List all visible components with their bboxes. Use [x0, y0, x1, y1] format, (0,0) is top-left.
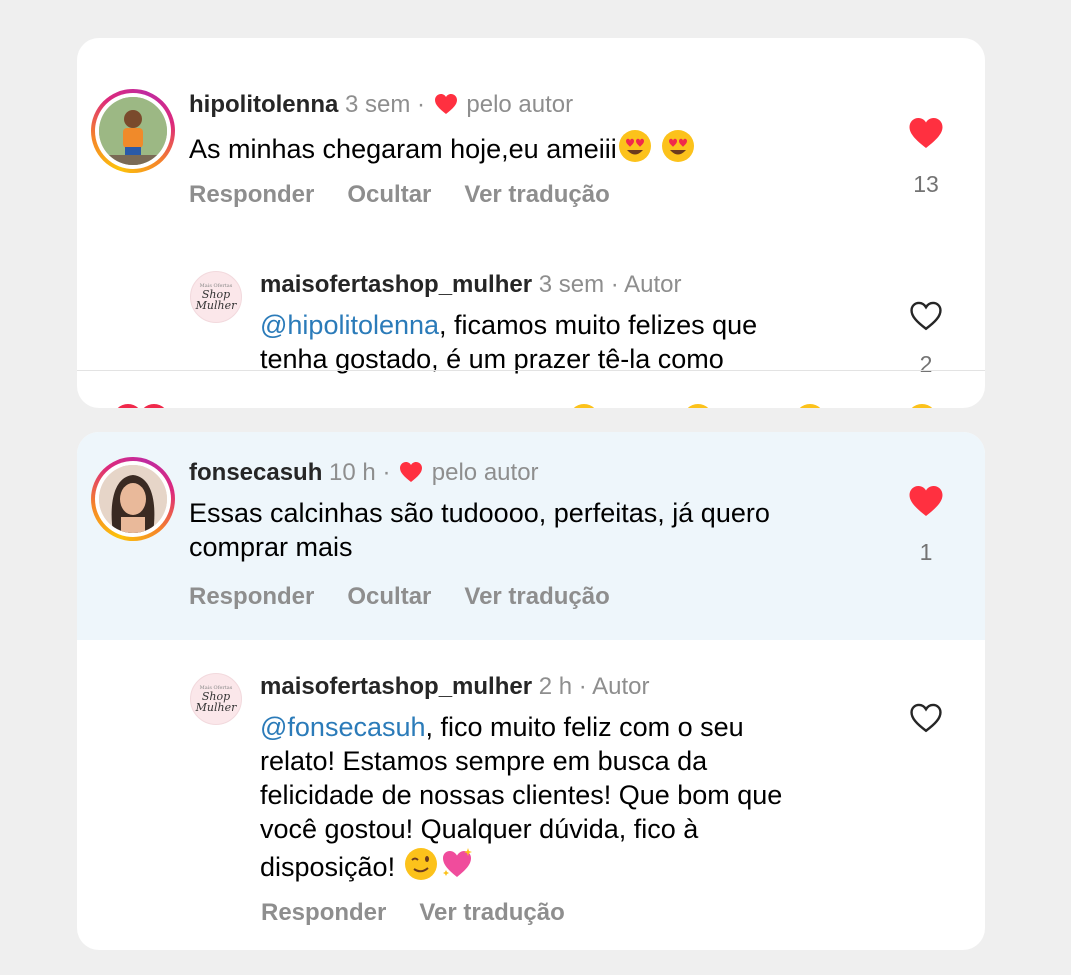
emoji-quick-reactions: [77, 398, 985, 408]
see-translation-button[interactable]: Ver tradução: [464, 583, 609, 610]
like-count: 13: [913, 171, 939, 197]
reply-actions: Responder Ver tradução: [261, 899, 598, 927]
reply-time: 3 sem: [538, 271, 605, 298]
comment-time: 3 sem: [345, 91, 411, 118]
comment-text: As minhas chegaram hoje,eu ameiii: [189, 128, 696, 172]
brand-avatar[interactable]: Mais Ofertas Shop Mulher: [190, 271, 242, 323]
reply-username[interactable]: maisofertashop_mulher: [260, 271, 532, 298]
reply-text: @hipolitolenna, ficamos muito felizes qu…: [260, 308, 757, 376]
liked-by-author-label: pelo autor: [431, 459, 539, 486]
brand-avatar-line3: Mulher: [195, 299, 237, 312]
heart-outline-icon[interactable]: [909, 300, 945, 334]
comment-meta: hipolitolenna 3 sem · pelo autor: [189, 91, 573, 122]
mention-link[interactable]: @fonsecasuh: [260, 712, 426, 742]
reaction-emoji[interactable]: [683, 404, 713, 408]
reaction-emoji[interactable]: [795, 404, 825, 408]
avatar-photo: [99, 465, 167, 533]
reply-username[interactable]: maisofertashop_mulher: [260, 673, 532, 700]
like-count: 1: [919, 539, 933, 565]
heart-filled-icon: [434, 93, 458, 122]
comment-actions: Responder Ocultar Ver tradução: [189, 181, 643, 209]
author-label: Autor: [624, 271, 682, 298]
brand-avatar-line3: Mulher: [195, 701, 237, 714]
comment-card-1: hipolitolenna 3 sem · pelo autor As minh…: [77, 38, 985, 408]
heart-filled-icon: [399, 461, 423, 490]
liked-by-author-label: pelo autor: [466, 91, 574, 118]
hide-button[interactable]: Ocultar: [347, 181, 431, 208]
comment-text-line: comprar mais: [189, 532, 353, 562]
reply-meta: maisofertashop_mulher 2 h · Autor: [260, 673, 650, 700]
comment-meta: fonsecasuh 10 h · pelo autor: [189, 459, 539, 490]
comment-actions: Responder Ocultar Ver tradução: [189, 583, 643, 611]
heart-eyes-emoji: [617, 128, 653, 172]
reply-text-line: felicidade de nossas clientes! Que bom q…: [260, 780, 783, 810]
reply-text-line: , fico muito feliz com o seu: [425, 712, 744, 742]
reply-button[interactable]: Responder: [261, 899, 386, 926]
reply-text-line: relato! Estamos sempre em busca da: [260, 746, 708, 776]
see-translation-button[interactable]: Ver tradução: [464, 181, 609, 208]
comment-card-2: fonsecasuh 10 h · pelo autor Essas calci…: [77, 432, 985, 950]
reply-button[interactable]: Responder: [189, 181, 314, 208]
story-avatar-fonsecasuh[interactable]: [91, 457, 175, 541]
reaction-emoji[interactable]: [113, 404, 143, 408]
reply-time: 2 h: [538, 673, 573, 700]
reply-text-line: , ficamos muito felizes que: [439, 310, 758, 340]
reply-meta: maisofertashop_mulher 3 sem · Autor: [260, 271, 682, 298]
comment-text: Essas calcinhas são tudoooo, perfeitas, …: [189, 496, 770, 564]
heart-eyes-emoji: [660, 128, 696, 172]
brand-avatar[interactable]: Mais Ofertas Shop Mulher: [190, 673, 242, 725]
avatar-photo: [99, 97, 167, 165]
comment-text-content: As minhas chegaram hoje,eu ameiii: [189, 134, 617, 164]
mention-link[interactable]: @hipolitolenna: [260, 310, 439, 340]
hide-button[interactable]: Ocultar: [347, 583, 431, 610]
reaction-emoji[interactable]: [907, 404, 937, 408]
reply-text: @fonsecasuh, fico muito feliz com o seu …: [260, 710, 782, 890]
see-translation-button[interactable]: Ver tradução: [419, 899, 564, 926]
comment-time: 10 h: [329, 459, 376, 486]
comment-text-line: Essas calcinhas são tudoooo, perfeitas, …: [189, 498, 770, 528]
heart-filled-icon[interactable]: [908, 116, 944, 150]
sparkling-heart-emoji: [439, 846, 475, 890]
comment-username[interactable]: fonsecasuh: [189, 459, 322, 486]
reply-text-line: disposição!: [260, 852, 396, 882]
story-avatar-hipolitolenna[interactable]: [91, 89, 175, 173]
heart-outline-icon[interactable]: [909, 702, 945, 736]
author-label: Autor: [592, 673, 650, 700]
reaction-emoji[interactable]: [569, 404, 599, 408]
reaction-emoji[interactable]: [139, 404, 169, 408]
reply-button[interactable]: Responder: [189, 583, 314, 610]
reply-text-line: você gostou! Qualquer dúvida, fico à: [260, 814, 699, 844]
wink-emoji: [403, 846, 439, 890]
heart-filled-icon[interactable]: [908, 484, 944, 518]
comment-username[interactable]: hipolitolenna: [189, 91, 338, 118]
reply-like-count: 2: [919, 351, 933, 377]
divider: [77, 370, 985, 371]
